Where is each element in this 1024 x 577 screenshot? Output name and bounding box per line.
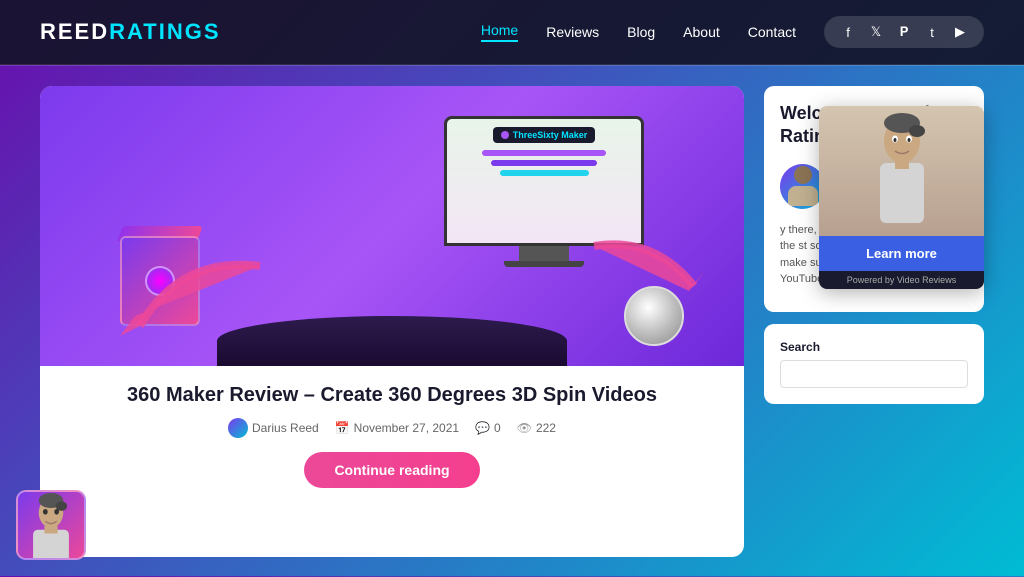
- social-icons-group: f 𝕏 𝐏 t ▶: [824, 16, 984, 48]
- article-image-inner: ThreeSixty Maker: [40, 86, 744, 366]
- search-card: Search: [764, 324, 984, 404]
- monitor-base: [504, 261, 584, 267]
- display-platform: [217, 316, 567, 366]
- floating-avatar[interactable]: [16, 490, 86, 560]
- continue-reading-button[interactable]: Continue reading: [304, 452, 479, 488]
- box-front-face: [120, 236, 200, 326]
- author-avatar: [228, 418, 248, 438]
- article-hero-image: ThreeSixty Maker: [40, 86, 744, 366]
- article-meta: Darius Reed 📅 November 27, 2021 💬 0 👁 22…: [60, 418, 724, 438]
- nav-contact[interactable]: Contact: [748, 24, 796, 40]
- brand-dot: [501, 131, 509, 139]
- meta-comments: 💬 0: [475, 421, 501, 435]
- product-box: [120, 226, 220, 336]
- views-icon: 👁: [517, 421, 532, 435]
- monitor-bar-1: [482, 150, 607, 156]
- video-popup: Learn more Powered by Video Reviews: [819, 106, 984, 289]
- logo-accent: Ratings: [109, 19, 220, 44]
- article-title: 360 Maker Review – Create 360 Degrees 3D…: [60, 382, 724, 408]
- monitor-bar-3: [500, 170, 589, 176]
- calendar-icon: 📅: [335, 421, 350, 435]
- tumblr-icon[interactable]: t: [922, 22, 942, 42]
- monitor-screen-content: ThreeSixty Maker: [447, 119, 641, 243]
- monitor-display: ThreeSixty Maker: [444, 116, 644, 266]
- floating-avatar-person: [18, 492, 84, 558]
- monitor-brand-label: ThreeSixty Maker: [493, 127, 596, 143]
- meta-author: Darius Reed: [228, 418, 319, 438]
- box-logo-circle: [145, 266, 175, 296]
- camera-sphere: [624, 286, 684, 346]
- youtube-icon[interactable]: ▶: [950, 22, 970, 42]
- video-popup-content: [819, 106, 984, 236]
- nav-blog[interactable]: Blog: [627, 24, 655, 40]
- publish-date: November 27, 2021: [354, 421, 459, 435]
- article-body: 360 Maker Review – Create 360 Degrees 3D…: [40, 366, 744, 504]
- welcome-card: Welcome to Reed Ratings Darius Founder 🌐…: [764, 86, 984, 312]
- learn-more-button[interactable]: Learn more: [819, 236, 984, 271]
- logo[interactable]: ReedRatings: [40, 19, 221, 45]
- search-input[interactable]: [780, 360, 968, 388]
- navigation: Home Reviews Blog About Contact f 𝕏 𝐏 t …: [481, 16, 984, 48]
- person-body: [788, 186, 818, 206]
- monitor-bar-2: [491, 160, 598, 166]
- nav-home[interactable]: Home: [481, 22, 518, 42]
- comment-count: 0: [494, 421, 501, 435]
- monitor-screen: ThreeSixty Maker: [444, 116, 644, 246]
- floating-person-svg: [16, 492, 86, 558]
- person-head: [794, 166, 812, 184]
- pinterest-icon[interactable]: 𝐏: [894, 22, 914, 42]
- author-name: Darius Reed: [252, 421, 319, 435]
- facebook-icon[interactable]: f: [838, 22, 858, 42]
- video-person-preview: [819, 106, 984, 236]
- twitter-icon[interactable]: 𝕏: [866, 22, 886, 42]
- comment-icon: 💬: [475, 421, 490, 435]
- meta-views: 👁 222: [517, 421, 556, 435]
- nav-about[interactable]: About: [683, 24, 720, 40]
- search-label: Search: [780, 340, 968, 354]
- nav-reviews[interactable]: Reviews: [546, 24, 599, 40]
- main-content-card: ThreeSixty Maker: [40, 86, 744, 557]
- person-svg: [862, 111, 942, 231]
- view-count: 222: [536, 421, 556, 435]
- sidebar: Welcome to Reed Ratings Darius Founder 🌐…: [764, 86, 984, 557]
- header: ReedRatings Home Reviews Blog About Cont…: [0, 0, 1024, 65]
- meta-date: 📅 November 27, 2021: [335, 421, 459, 435]
- monitor-stand: [519, 246, 569, 261]
- video-popup-footer: Powered by Video Reviews: [819, 271, 984, 289]
- main-layout: ThreeSixty Maker: [0, 66, 1024, 577]
